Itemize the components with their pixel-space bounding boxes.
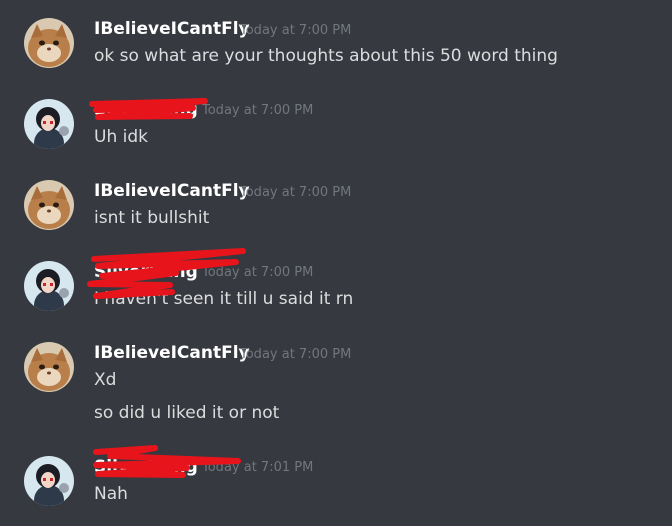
message-text: Nah	[94, 484, 128, 504]
anime-avatar-icon	[24, 99, 74, 149]
avatar[interactable]	[24, 180, 74, 230]
message-text: isnt it bullshit	[94, 208, 210, 228]
message-timestamp: Today at 7:00 PM	[202, 103, 314, 118]
message-timestamp: Today at 7:00 PM	[240, 23, 352, 38]
message-timestamp: Today at 7:00 PM	[202, 265, 314, 280]
username[interactable]: IBelieveICantFly	[94, 181, 250, 201]
cat-avatar-icon	[24, 18, 74, 68]
chat-message-list: IBelieveICantFly Today at 7:00 PM ok so …	[0, 0, 672, 526]
username[interactable]: SilverWing	[94, 262, 198, 282]
message-text: so did u liked it or not	[94, 403, 280, 423]
anime-avatar-icon	[24, 456, 74, 506]
message-text: Xd	[94, 370, 117, 390]
username[interactable]: SilverWing	[94, 457, 198, 477]
avatar[interactable]	[24, 99, 74, 149]
username[interactable]: IBelieveICantFly	[94, 19, 250, 39]
avatar[interactable]	[24, 456, 74, 506]
username[interactable]: SilverWing	[94, 100, 198, 120]
username[interactable]: IBelieveICantFly	[94, 343, 250, 363]
avatar[interactable]	[24, 261, 74, 311]
message-timestamp: Today at 7:00 PM	[240, 185, 352, 200]
avatar[interactable]	[24, 342, 74, 392]
message-timestamp: Today at 7:00 PM	[240, 347, 352, 362]
message-text: I haven't seen it till u said it rn	[94, 289, 354, 309]
avatar[interactable]	[24, 18, 74, 68]
message-text: Uh idk	[94, 127, 148, 147]
cat-avatar-icon	[24, 180, 74, 230]
message-text: ok so what are your thoughts about this …	[94, 46, 558, 66]
anime-avatar-icon	[24, 261, 74, 311]
message-timestamp: Today at 7:01 PM	[202, 460, 314, 475]
cat-avatar-icon	[24, 342, 74, 392]
